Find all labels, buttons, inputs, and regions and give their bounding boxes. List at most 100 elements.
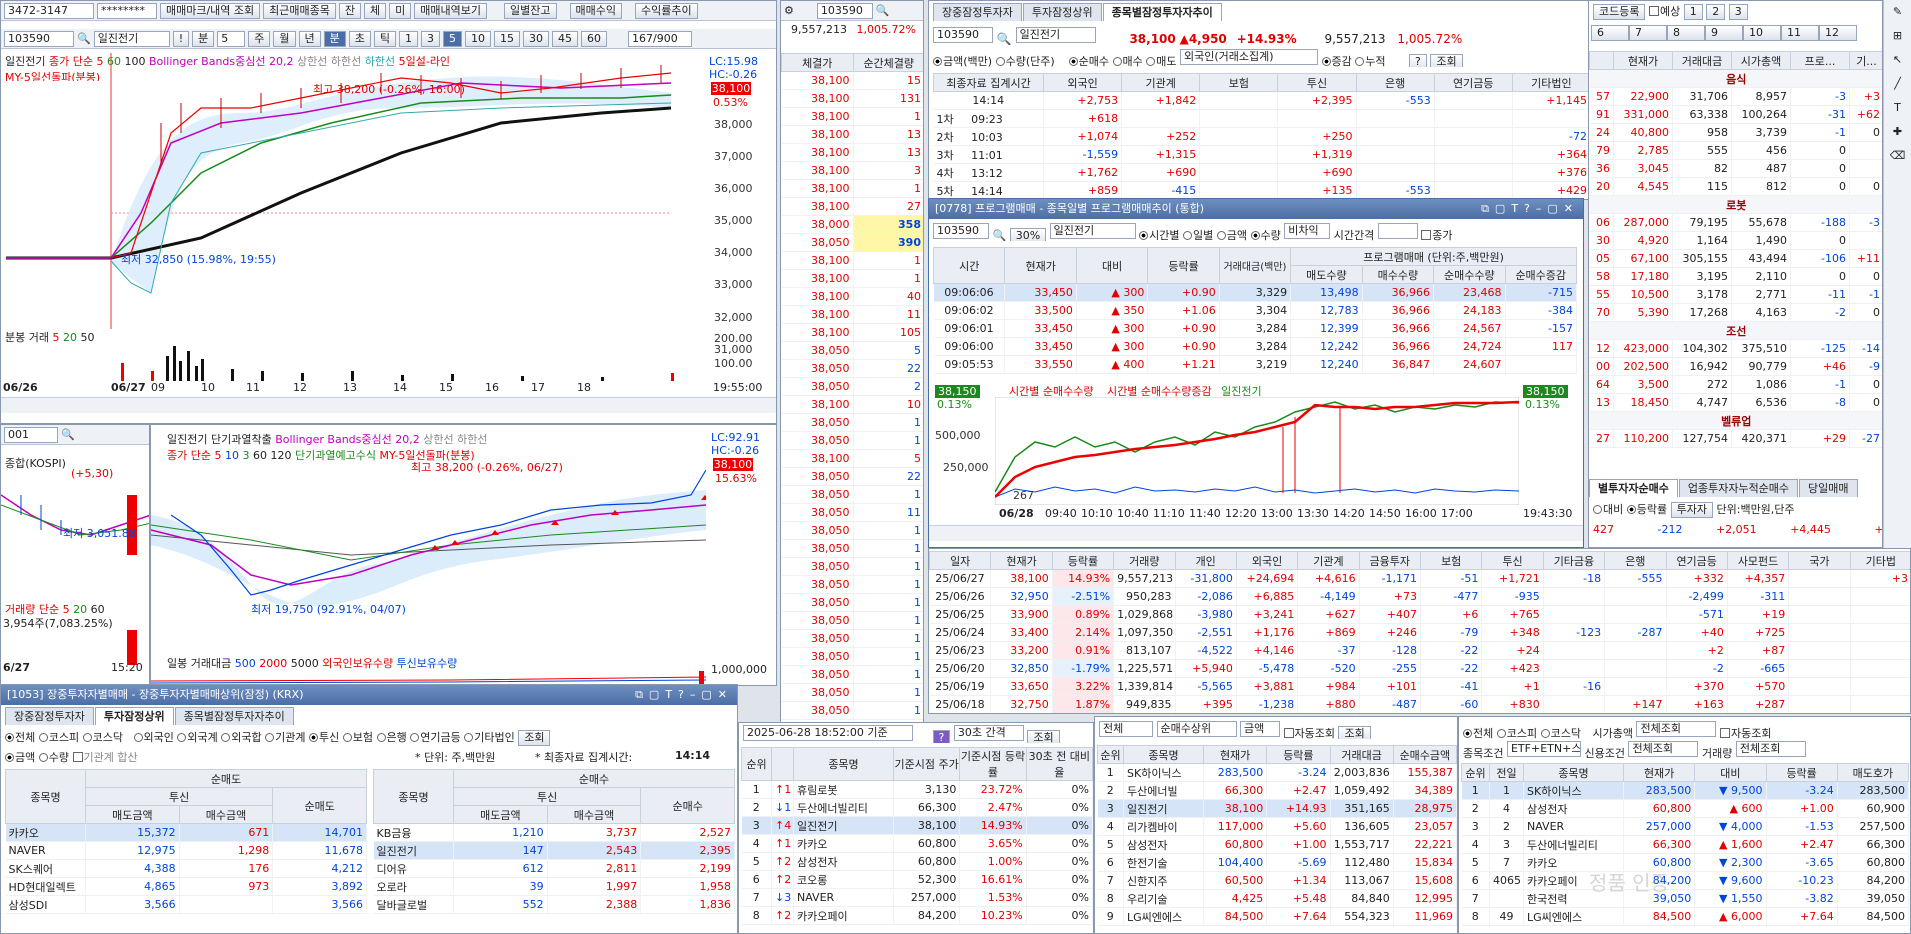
table-row[interactable]: 38,100 13 bbox=[781, 125, 923, 144]
tf-5[interactable]: 5 bbox=[443, 30, 462, 47]
sector-header[interactable]: 로봇 bbox=[1589, 195, 1882, 214]
radio-time[interactable]: 시간별 bbox=[1139, 229, 1180, 241]
daily-balance-button[interactable]: 일별잔고 bbox=[504, 2, 557, 19]
radio-foreign[interactable]: 외국인 bbox=[133, 731, 174, 744]
table-row[interactable]: 4차 13:12 +1,762 +690 +690 +376 bbox=[933, 163, 1591, 182]
table-row[interactable]: 38,0501 bbox=[781, 521, 923, 540]
tf-1[interactable]: 1 bbox=[399, 30, 418, 47]
table-row[interactable]: 38,100 131 bbox=[781, 89, 923, 108]
rank-type-select[interactable]: 순매수상위 bbox=[1156, 721, 1237, 737]
table-row[interactable]: 38,100 5 bbox=[781, 449, 923, 468]
table-row[interactable]: 2 두산에너빌 66,300 +2.47 1,059,492 34,389 bbox=[1097, 781, 1457, 800]
table-row[interactable]: 38,050 5 bbox=[781, 341, 923, 360]
program-chart[interactable] bbox=[995, 397, 1519, 505]
table-row[interactable]: 5차 14:14 +859 -415 +135 -553 +429 bbox=[933, 181, 1591, 199]
trade-mark-button[interactable]: 매매마크/내역 조회 bbox=[160, 2, 261, 19]
col-header[interactable]: 현재가 bbox=[990, 551, 1053, 570]
col-header[interactable]: 일자 bbox=[929, 551, 992, 570]
table-row[interactable]: 삼성SDI 3,566 3,566 bbox=[5, 895, 367, 914]
vol-select[interactable]: 전체조회 bbox=[1735, 741, 1806, 757]
table-row[interactable]: 25/06/19 33,650 3.22% 1,339,814 -5,565 +3,881… bbox=[929, 677, 1910, 696]
num-8[interactable]: 8 bbox=[1667, 25, 1705, 41]
table-row[interactable]: 70 5,390 17,268 4,163 -2 0 bbox=[1589, 303, 1882, 322]
num-9[interactable]: 9 bbox=[1705, 25, 1743, 41]
sector-header[interactable]: 벨류업 bbox=[1589, 411, 1882, 430]
table-row[interactable]: 91 331,000 63,338 100,264 -31 +62 bbox=[1589, 105, 1882, 124]
table-row[interactable]: 09:05:53 33,550 ▲ 400 +1.21 3,219 12,240 36,84… bbox=[933, 355, 1577, 374]
table-row[interactable]: 카카오 15,372 671 14,701 bbox=[5, 823, 367, 842]
radio-insurance[interactable]: 보험 bbox=[342, 731, 373, 744]
tf-minute[interactable]: 분 bbox=[323, 30, 346, 47]
table-row[interactable]: 38,050 22 bbox=[781, 467, 923, 486]
window-controls[interactable]: ⧉▢T?–▢✕ bbox=[1481, 199, 1579, 219]
table-row[interactable]: 79 2,785 555 456 0 bbox=[1589, 141, 1882, 160]
table-row[interactable]: 38,0501 bbox=[781, 575, 923, 594]
table-row[interactable]: 38,0501 bbox=[781, 611, 923, 630]
chart1-scrollbar[interactable] bbox=[1, 397, 776, 413]
table-row[interactable]: 달바글로벌 552 2,388 1,836 bbox=[373, 895, 735, 914]
table-row[interactable]: 38,0501 bbox=[781, 647, 923, 666]
table-row[interactable]: 38,100 1 bbox=[781, 179, 923, 198]
table-row[interactable]: 12 423,000 104,302 375,510 -125 -14 bbox=[1589, 339, 1882, 358]
table-row[interactable]: HD현대일렉트 4,865 973 3,892 bbox=[5, 877, 367, 896]
chart1-code-input[interactable]: 103590 bbox=[4, 30, 74, 47]
chart-tool-icon[interactable]: ✚ bbox=[1884, 120, 1911, 144]
table-row[interactable]: 일진전기 147 2,543 2,395 bbox=[373, 841, 735, 860]
table-row[interactable]: 2 ↓1 두산에너빌리티 66,300 2.47% 0% bbox=[741, 798, 1093, 817]
trade-history-button[interactable]: 매매내역보기 bbox=[414, 2, 488, 19]
table-row[interactable]: 1 ↑1 휴림로봇 3,130 23.72% 0% bbox=[741, 780, 1093, 799]
search-icon[interactable]: 🔍 bbox=[997, 32, 1012, 45]
table-row[interactable]: 38,050 11 bbox=[781, 503, 923, 522]
table-row[interactable]: 오로라 39 1,997 1,958 bbox=[373, 877, 735, 896]
radio-kospi[interactable]: 코스피 bbox=[38, 731, 79, 744]
arb-select[interactable]: 비차익 bbox=[1284, 223, 1331, 239]
search-icon[interactable]: 🔍 bbox=[77, 32, 91, 45]
radio-foreign-sum[interactable]: 외국합 bbox=[221, 731, 262, 744]
page-3[interactable]: 3 bbox=[1728, 4, 1748, 20]
table-row[interactable]: 7 신한지주 60,500 +1.34 113,067 15,608 bbox=[1097, 871, 1457, 890]
table-row[interactable]: 3 일진전기 38,100 +14.93 351,165 28,975 bbox=[1097, 799, 1457, 818]
table-row[interactable]: 25/06/27 38,100 14.93% 9,557,213 -31,800 +24,… bbox=[929, 569, 1910, 588]
program-code[interactable]: 103590 bbox=[933, 223, 989, 239]
radio-sell[interactable]: 매도 bbox=[1146, 55, 1177, 67]
tf-week[interactable]: 주 bbox=[248, 30, 271, 47]
chart-tool-icon[interactable]: ✎ bbox=[1884, 0, 1911, 24]
table-row[interactable]: 8 우리기술 4,425 +5.48 84,840 12,995 bbox=[1097, 889, 1457, 908]
tab-sector-cum[interactable]: 업종투자자누적순매수 bbox=[1678, 479, 1799, 497]
num-6[interactable]: 6 bbox=[1591, 25, 1629, 41]
table-row[interactable]: 1 1 SK하이닉스 283,500 ▼ 9,500 -3.24 283,500 bbox=[1461, 781, 1909, 800]
expect-checkbox[interactable]: 예상 bbox=[1648, 5, 1680, 18]
tick-code[interactable]: 103590 bbox=[816, 2, 873, 19]
sector-header[interactable]: 음식 bbox=[1589, 69, 1882, 88]
code-register-button[interactable]: 코드등록 bbox=[1593, 4, 1646, 20]
table-row[interactable]: 5 삼성전자 60,800 +1.00 1,553,717 22,221 bbox=[1097, 835, 1457, 854]
tf-15[interactable]: 15 bbox=[494, 30, 520, 47]
unit-select[interactable]: 금액 bbox=[1240, 721, 1280, 737]
radio-all[interactable]: 전체 bbox=[1463, 727, 1493, 739]
table-row[interactable]: 25/06/26 32,950 -2.51% 950,283 -2,086 +6,885-… bbox=[929, 587, 1910, 606]
col-header[interactable]: 개인 bbox=[1174, 551, 1237, 570]
col-header[interactable]: 등락률 bbox=[1051, 551, 1115, 570]
tab-ranking[interactable]: 투자잠정상위 bbox=[1022, 3, 1102, 21]
table-row[interactable]: 14:14 +2,753 +1,842 +2,395 -553 +1,145 bbox=[933, 91, 1591, 110]
table-row[interactable]: 38,0501 bbox=[781, 683, 923, 702]
table-row[interactable]: 3 ↑4 일진전기 38,100 14.93% 0% bbox=[741, 816, 1093, 835]
table-row[interactable]: 38,0501 bbox=[781, 557, 923, 576]
table-row[interactable]: 30 4,920 1,164 1,490 0 bbox=[1589, 231, 1882, 250]
table-row[interactable]: 25/06/18 32,750 1.87% 949,835 +395 -1,238 +880… bbox=[929, 695, 1910, 713]
table-row[interactable]: 38,0501 bbox=[781, 431, 923, 450]
col-header[interactable]: 투신 bbox=[1481, 551, 1544, 570]
radio-other-corp[interactable]: 기타법인 bbox=[464, 731, 515, 744]
tf-30[interactable]: 30 bbox=[523, 30, 549, 47]
table-row[interactable]: 27 110,200 127,754 420,371 +29 -27 bbox=[1589, 429, 1882, 448]
password-field[interactable]: ******** bbox=[97, 2, 157, 19]
table-row[interactable]: 38,0501 bbox=[781, 413, 923, 432]
program-titlebar[interactable]: [0778] 프로그램매매 - 종목일별 프로그램매매추이 (통합) ⧉▢T?–▢… bbox=[929, 199, 1583, 219]
investor-button[interactable]: 투자자 bbox=[1670, 502, 1713, 518]
account-select[interactable]: 3472-3147 bbox=[4, 2, 94, 19]
table-row[interactable]: 38,0501 bbox=[781, 629, 923, 648]
tf-10[interactable]: 10 bbox=[465, 30, 491, 47]
chart-tool-icon[interactable]: ╱ bbox=[1884, 72, 1911, 96]
investor-ranking-titlebar[interactable]: [1053] 장중투자자별매매 - 장중투자자별매매상위(잠정) (KRX) ⧉▢… bbox=[1, 685, 737, 705]
tab-ranking[interactable]: 투자잠정상위 bbox=[94, 707, 174, 725]
